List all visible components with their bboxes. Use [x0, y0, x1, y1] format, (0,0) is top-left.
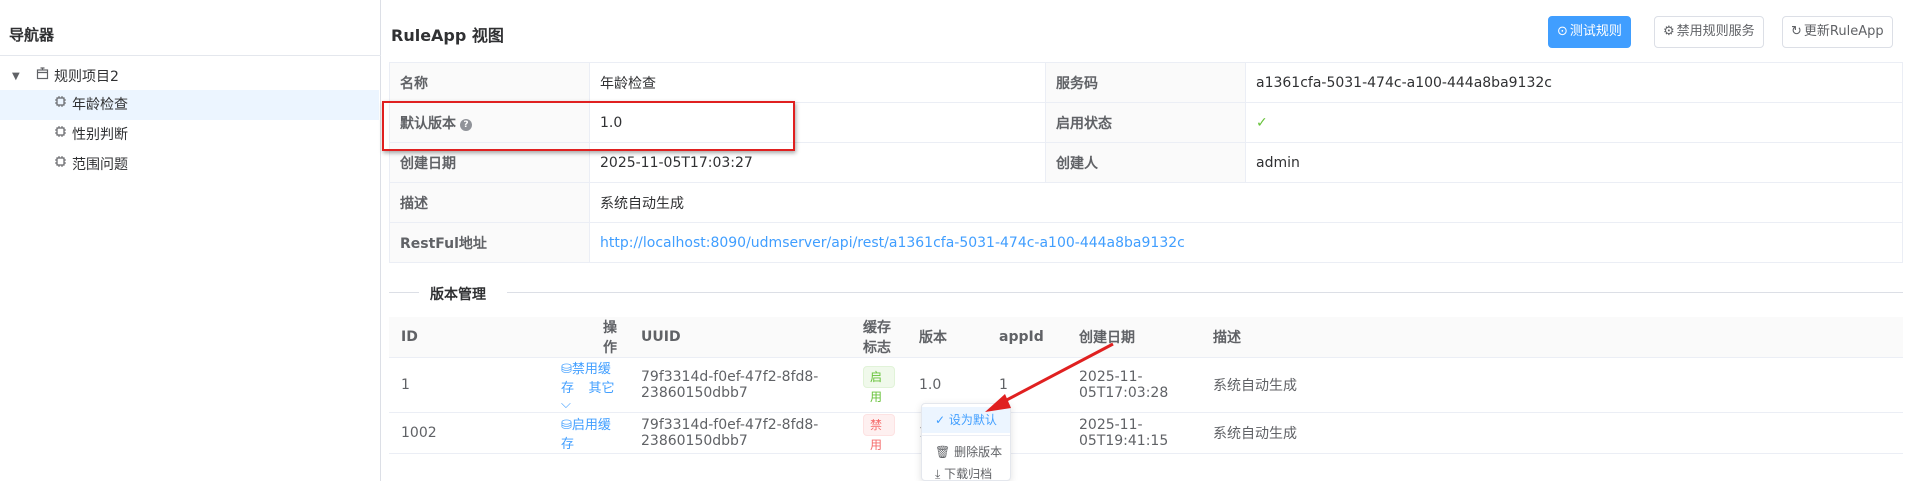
database-icon: ⛁: [561, 362, 572, 377]
disable-rule-service-button[interactable]: ⚙ 禁用规则服务: [1654, 16, 1764, 48]
check-icon: ✓: [1256, 114, 1268, 131]
cell-actions: ⛁启用缓存: [475, 412, 629, 454]
download-archive-menu-item[interactable]: ⤓ 下载归档: [922, 461, 1010, 481]
tree-item-label: 范围问题: [72, 157, 128, 173]
download-icon: ⤓: [935, 467, 941, 481]
highlight-box: [382, 101, 795, 151]
column-header-version: 版本: [907, 317, 987, 358]
cell-id: 1002: [389, 412, 475, 454]
table-row: 1002 ⛁启用缓存 79f3314d-f0ef-47f2-8fd8-23860…: [389, 412, 1903, 454]
version-table: ID 操作 UUID 缓存标志 版本 appId 创建日期 描述 1 ⛁禁用缓存…: [389, 317, 1903, 454]
caret-down-icon[interactable]: ▼: [12, 62, 20, 92]
version-section-title: 版本管理: [430, 287, 486, 303]
cell-uuid: 79f3314d-f0ef-47f2-8fd8-23860150dbb7: [629, 357, 851, 413]
divider-line: [389, 292, 419, 293]
gear-icon: ⚙: [1663, 24, 1675, 39]
navigator-header: 导航器: [0, 14, 381, 56]
enabled-status-label: 启用状态: [1045, 102, 1246, 143]
restful-value-cell: http://localhost:8090/udmserver/api/rest…: [589, 222, 1903, 263]
details-row: 描述 系统自动生成: [389, 182, 1903, 223]
cell-cache-flag: 禁用: [851, 412, 907, 454]
column-header-action: 操作: [475, 317, 629, 358]
check-icon: ✓: [935, 413, 946, 427]
database-icon: ⛁: [561, 418, 572, 433]
divider-line: [507, 292, 1903, 293]
restful-url-link[interactable]: http://localhost:8090/udmserver/api/rest…: [600, 235, 1185, 251]
cell-uuid: 79f3314d-f0ef-47f2-8fd8-23860150dbb7: [629, 412, 851, 454]
tree-item-range-problem[interactable]: 范围问题: [0, 150, 379, 180]
details-row: RestFul地址 http://localhost:8090/udmserve…: [389, 222, 1903, 263]
navigator-panel: 导航器 ▼ 规则项目2 年龄检查 性别判断 范围问题: [0, 0, 381, 481]
status-badge: 启用: [863, 365, 895, 404]
navigator-title: 导航器: [9, 26, 55, 44]
package-icon: [33, 62, 51, 92]
test-rules-button[interactable]: ⊙ 测试规则: [1548, 16, 1631, 48]
table-header-row: ID 操作 UUID 缓存标志 版本 appId 创建日期 描述: [389, 317, 1903, 358]
chip-icon: [51, 150, 69, 180]
cell-id: 1: [389, 357, 475, 413]
tree-item-label: 性别判断: [72, 127, 128, 143]
tree-item-label: 年龄检查: [72, 97, 128, 113]
column-header-cache-flag: 缓存标志: [851, 317, 907, 358]
column-header-uuid: UUID: [629, 317, 851, 358]
cell-description: 系统自动生成: [1201, 412, 1903, 454]
trash-icon: 🗑: [935, 445, 951, 459]
column-header-description: 描述: [1201, 317, 1903, 358]
enabled-status-value-cell: ✓: [1245, 102, 1903, 143]
restful-label: RestFul地址: [389, 222, 590, 263]
creator-label: 创建人: [1045, 142, 1246, 183]
cell-description: 系统自动生成: [1201, 357, 1903, 413]
details-row: 名称 年龄检查 服务码 a1361cfa-5031-474c-a100-444a…: [389, 62, 1903, 103]
ruleapp-details-table: 名称 年龄检查 服务码 a1361cfa-5031-474c-a100-444a…: [389, 62, 1903, 263]
update-ruleapp-button[interactable]: ↻ 更新RuleApp: [1782, 16, 1893, 48]
description-value: 系统自动生成: [589, 182, 1903, 223]
cell-cache-flag: 启用: [851, 357, 907, 413]
play-circle-icon: ⊙: [1557, 24, 1568, 39]
name-value: 年龄检查: [589, 62, 1046, 103]
chevron-down-icon: ⌵: [561, 397, 571, 412]
chip-icon: [51, 90, 69, 120]
enable-cache-link[interactable]: ⛁启用缓存: [561, 418, 611, 452]
tree-node-label: 规则项目2: [54, 69, 119, 85]
column-header-id: ID: [389, 317, 475, 358]
annotation-arrow: [985, 342, 1114, 412]
creator-value: admin: [1245, 142, 1903, 183]
name-label: 名称: [389, 62, 590, 103]
tree-item-age-check[interactable]: 年龄检查: [0, 90, 379, 120]
status-badge: 禁用: [863, 413, 895, 452]
table-row: 1 ⛁禁用缓存 其它 ⌵ 79f3314d-f0ef-47f2-8fd8-238…: [389, 357, 1903, 413]
service-code-label: 服务码: [1045, 62, 1246, 103]
cell-created-date: 2025-11-05T19:41:15: [1067, 412, 1201, 454]
cell-actions: ⛁禁用缓存 其它 ⌵: [475, 357, 629, 413]
description-label: 描述: [389, 182, 590, 223]
tree-item-gender-check[interactable]: 性别判断: [0, 120, 379, 150]
page-title: RuleApp 视图: [391, 26, 504, 45]
refresh-icon: ↻: [1791, 24, 1802, 39]
menu-divider: [922, 435, 1010, 436]
tree-node-project[interactable]: ▼ 规则项目2: [0, 62, 379, 92]
service-code-value: a1361cfa-5031-474c-a100-444a8ba9132c: [1245, 62, 1903, 103]
main-panel: RuleApp 视图 ⊙ 测试规则 ⚙ 禁用规则服务 ↻ 更新RuleApp 名称 年…: [381, 0, 1910, 481]
chip-icon: [51, 120, 69, 150]
